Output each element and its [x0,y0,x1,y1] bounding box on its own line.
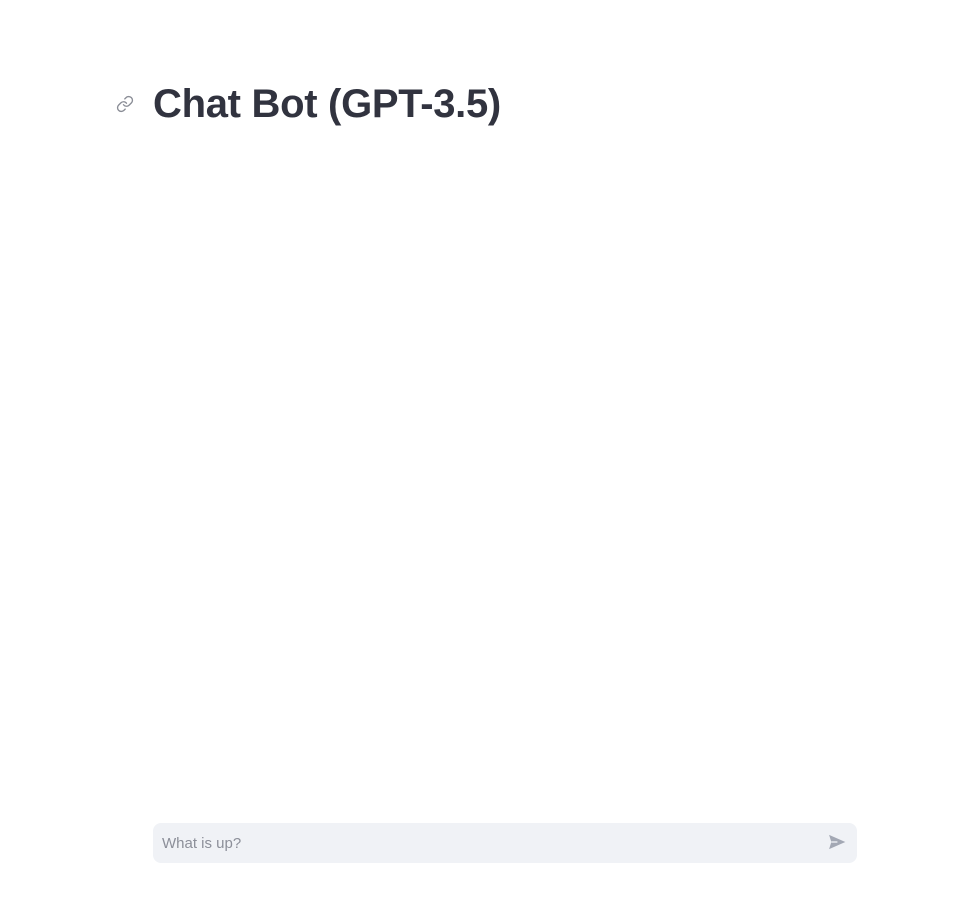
app-container: Chat Bot (GPT-3.5) [0,0,973,905]
send-button[interactable] [817,823,857,863]
send-icon [827,832,847,855]
page-title: Chat Bot (GPT-3.5) [153,82,501,126]
chat-input[interactable] [153,823,817,863]
title-row: Chat Bot (GPT-3.5) [114,78,501,130]
chat-input-container [153,823,857,863]
link-icon[interactable] [114,93,136,115]
